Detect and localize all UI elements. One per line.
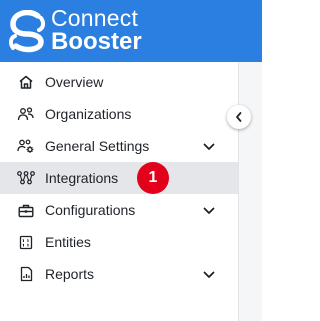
sidebar-item-label: Entities: [45, 234, 91, 250]
sidebar-item-general-settings[interactable]: General Settings: [0, 130, 238, 162]
sidebar-item-integrations[interactable]: Integrations 1: [0, 162, 238, 194]
sidebar-item-label: Overview: [45, 74, 104, 90]
chevron-down-icon[interactable]: [202, 140, 216, 154]
sidebar-item-entities[interactable]: Entities: [0, 226, 238, 258]
chevron-down-icon[interactable]: [202, 204, 216, 218]
toolbox-icon: [17, 201, 35, 219]
sidebar-item-label: Integrations: [45, 170, 119, 186]
sidebar-item-label: Reports: [45, 266, 95, 282]
app-header: Connect Booster: [0, 0, 262, 62]
chevron-left-icon: [236, 112, 242, 122]
main-content-area: [239, 62, 262, 321]
chevron-down-icon[interactable]: [202, 268, 216, 282]
sidebar-item-label: Organizations: [45, 106, 132, 122]
integrations-icon: [17, 169, 35, 187]
report-icon: [17, 265, 35, 283]
sidebar-item-organizations[interactable]: Organizations: [0, 98, 238, 130]
brand-name-line2: Booster: [51, 28, 142, 55]
sidebar-item-configurations[interactable]: Configurations: [0, 194, 238, 226]
sidebar-item-reports[interactable]: Reports: [0, 258, 238, 290]
logo-mark-icon: [8, 9, 46, 52]
home-icon: [17, 73, 35, 91]
people-gear-icon: [17, 137, 35, 155]
brand-name-line1: Connect: [51, 5, 139, 31]
people-icon: [17, 105, 35, 123]
connect-booster-logo[interactable]: Connect Booster: [7, 5, 142, 55]
sidebar-item-overview[interactable]: Overview: [0, 66, 238, 98]
sidebar-nav: Overview Organizations General Settings …: [0, 62, 239, 321]
collapse-sidebar-button[interactable]: [227, 105, 251, 129]
sidebar-item-label: Configurations: [45, 202, 136, 218]
step-badge: 1: [136, 162, 172, 194]
sidebar-item-label: General Settings: [45, 138, 150, 154]
entities-icon: [17, 233, 35, 251]
step-badge-number: 1: [137, 162, 169, 194]
